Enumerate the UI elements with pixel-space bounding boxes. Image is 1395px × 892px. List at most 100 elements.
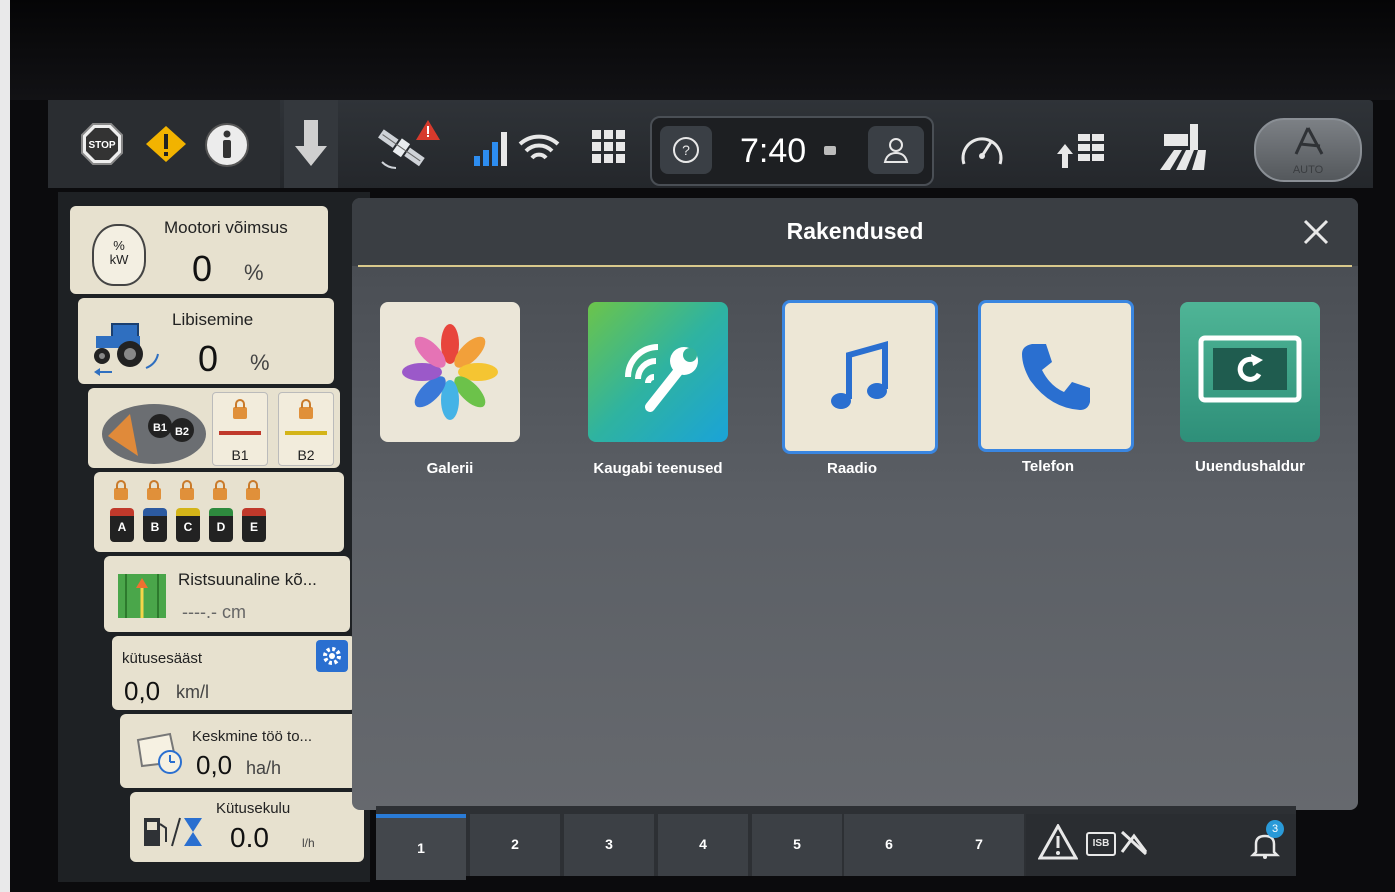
dialog-header: Rakendused [352,198,1358,266]
cross-track-widget[interactable]: Ristsuunaline kõ... ----.- cm [104,556,350,632]
app-label: Kaugabi teenused [593,460,723,477]
tab-4[interactable]: 4 [658,814,748,876]
notifications-bell-icon[interactable]: 3 [1249,820,1284,860]
remote-valves-ae-widget[interactable]: ABCDE [94,472,344,552]
engine-power-widget[interactable]: % kW Mootori võimsus 0 % [70,206,328,294]
engine-power-unit: % [244,260,264,285]
app-label: Galerii [426,460,474,477]
clock-time: 7:40 [740,132,807,170]
implement-off-icon[interactable] [1118,826,1150,858]
guidance-line-icon [118,574,166,618]
apps-grid-icon[interactable] [590,128,628,166]
remote-valves-b-widget[interactable]: B1 B2 B1 B2 [88,388,340,468]
tab-3[interactable]: 3 [564,814,654,876]
svg-text:?: ? [682,142,690,158]
stop-icon[interactable]: STOP [80,122,124,166]
fuel-saving-widget[interactable]: kütusesääst 0,0 km/l [112,636,356,710]
app-label: Uuendushaldur [1194,458,1305,475]
applications-dialog: Rakendused Galerii Kaugabi teenused Raad… [352,198,1358,810]
steering-auto-icon [1294,127,1324,155]
remote-b2[interactable]: B2 [278,392,334,466]
speedometer-icon[interactable] [958,128,1006,170]
auto-steering-button[interactable]: AUTO [1254,118,1362,182]
area-time-icon [136,732,182,774]
lock-icon [213,480,227,500]
tab-7[interactable]: 7 [934,814,1024,876]
field-implement-icon[interactable] [1156,120,1212,174]
wheel-slip-unit: % [250,350,270,375]
dialog-title: Rakendused [786,218,924,244]
avg-work-rate-title: Keskmine töö to... [192,728,313,745]
lock-icon [147,480,161,500]
help-button[interactable]: ? [660,126,712,174]
engine-power-value: 0 [192,248,213,289]
engine-power-title: Mootori võimsus [164,218,288,237]
lock-icon [180,480,194,500]
isobus-icon[interactable]: ISB [1086,832,1116,856]
cross-track-title: Ristsuunaline kõ... [178,570,317,589]
bottom-tab-bar: 1 2 3 4 5 6 7 ISB 3 [376,806,1296,880]
fuel-consumption-title: Kütusekulu [216,800,291,817]
fuel-consumption-widget[interactable]: Kütusekulu 0.0 l/h [130,792,364,862]
tab-1[interactable]: 1 [376,814,466,880]
remote-b1[interactable]: B1 [212,392,268,466]
tab-5[interactable]: 5 [752,814,842,876]
tractor-icon [94,323,159,376]
avg-work-rate-unit: ha/h [246,758,282,778]
valve-bar-icon [219,431,261,435]
phone-icon [978,300,1134,452]
avg-work-rate-widget[interactable]: Keskmine töö to... 0,0 ha/h [120,714,360,788]
camera-icon [824,146,836,155]
remote-valve-d[interactable]: D [209,508,233,542]
user-icon [883,138,909,163]
lock-icon [233,399,247,419]
auto-label: AUTO [1292,164,1324,176]
app-label: Telefon [1021,458,1075,475]
top-bar: STOP ? 7:40 AUTO [48,100,1373,188]
notification-count-badge: 3 [1266,820,1284,838]
headland-sequence-icon[interactable] [1054,128,1110,170]
status-area: ISB 3 [1026,814,1296,876]
screen-bezel [0,0,1395,100]
fuel-saving-unit: km/l [176,682,209,702]
info-icon[interactable] [204,122,250,168]
wheel-slip-widget[interactable]: Libisemine 0 % [78,298,334,384]
header-divider [358,265,1352,267]
engine-load-icon: % kW [92,224,146,286]
joystick-icon: B1 B2 [102,404,206,464]
svg-text:B2: B2 [175,426,189,438]
bezel-edge [0,0,10,892]
lock-icon [299,399,313,419]
settings-gear-button[interactable] [316,640,348,672]
valve-bar-icon [285,431,327,435]
help-icon: ? [673,137,699,163]
close-icon [1303,219,1329,245]
lock-icon [114,480,128,500]
fuel-consumption-value: 0.0 [230,822,269,853]
close-button[interactable] [1300,216,1332,248]
tab-6[interactable]: 6 [844,814,934,876]
lock-icon [246,480,260,500]
avg-work-rate-value: 0,0 [196,750,233,780]
remote-valve-a[interactable]: A [110,508,134,542]
warning-icon[interactable] [144,124,188,164]
wheel-slip-value: 0 [198,338,219,379]
svg-text:B1: B1 [153,422,167,434]
remote-valve-b[interactable]: B [143,508,167,542]
gnss-satellite-icon[interactable] [370,116,442,174]
road-warning-icon[interactable] [1038,824,1078,860]
clock-panel: ? 7:40 [650,116,934,186]
collapse-down-button[interactable] [284,100,338,188]
fuel-saving-title: kütusesääst [122,650,203,667]
arrow-down-icon [295,120,327,166]
cross-track-value: ----.- cm [182,602,246,622]
gear-icon [323,647,341,665]
tab-2[interactable]: 2 [470,814,560,876]
music-note-icon [782,300,938,454]
user-profile-button[interactable] [868,126,924,174]
remote-valve-c[interactable]: C [176,508,200,542]
remote-service-icon [588,302,728,442]
remote-valve-e[interactable]: E [242,508,266,542]
fuel-consumption-unit: l/h [302,836,315,850]
app-label: Raadio [826,460,877,477]
